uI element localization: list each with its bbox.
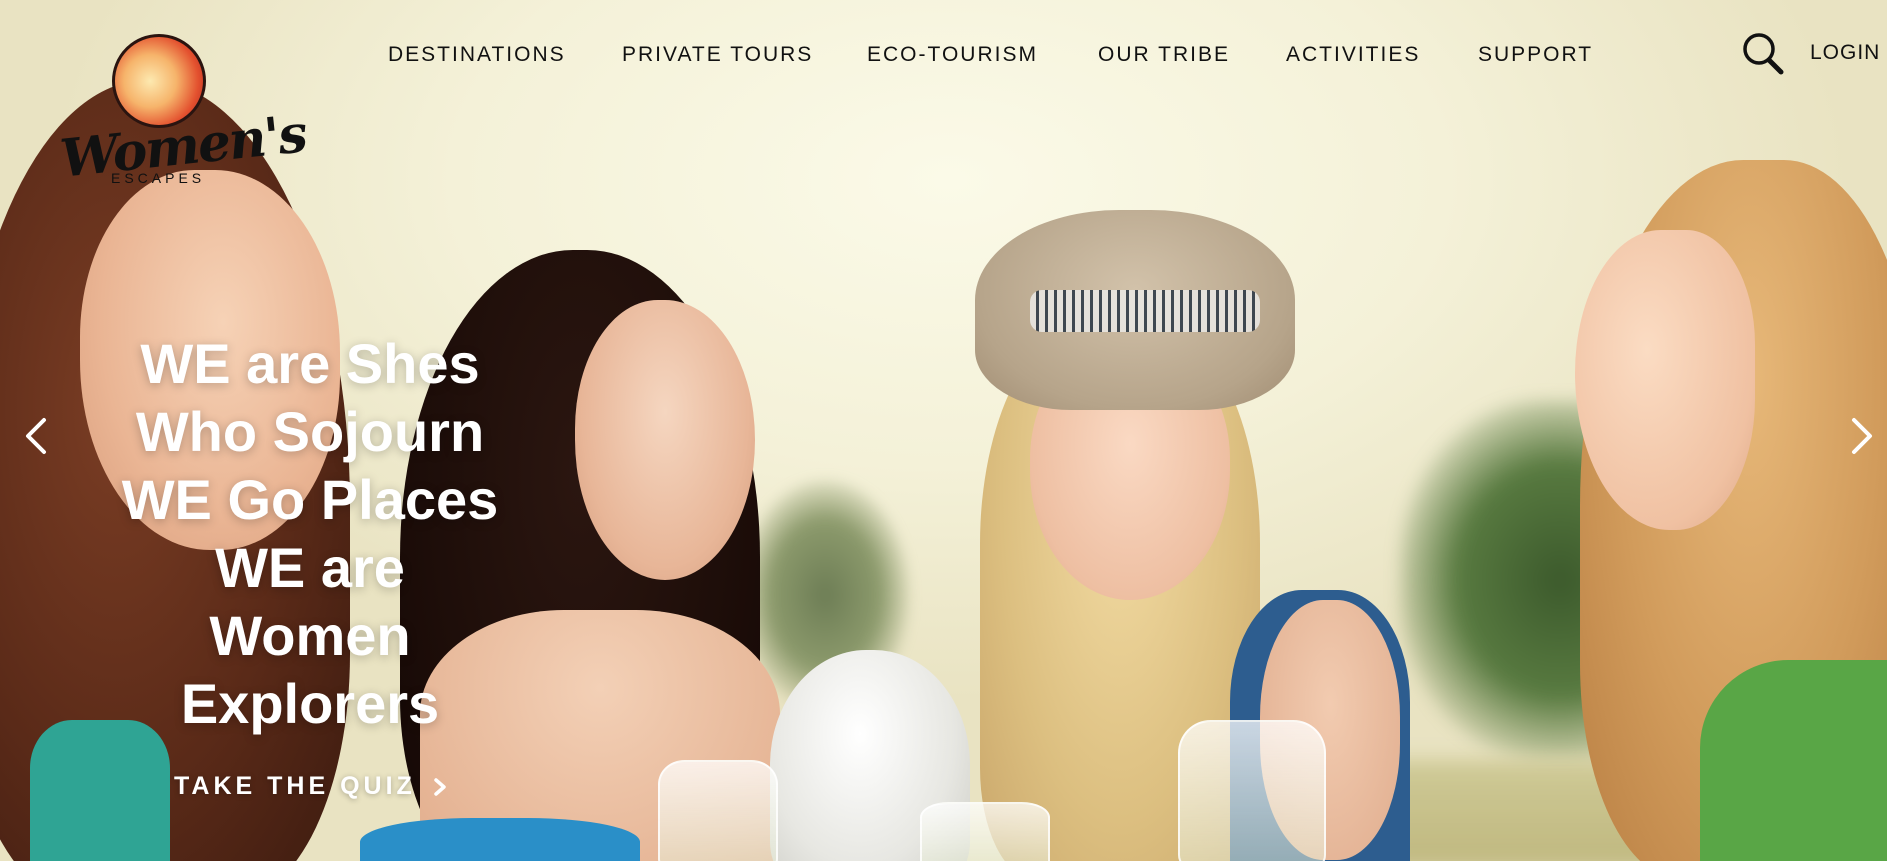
- hero-title-line: WE Go Places: [121, 468, 499, 531]
- nav-item-our-tribe[interactable]: OUR TRIBE: [1098, 40, 1230, 70]
- nav-item-support[interactable]: SUPPORT: [1478, 40, 1593, 70]
- hero-title-line: Women: [209, 604, 411, 667]
- chevron-left-icon: [26, 418, 46, 454]
- logo-subtitle: ESCAPES: [111, 170, 206, 186]
- slider-next-button[interactable]: [1842, 414, 1882, 458]
- slider-prev-button[interactable]: [16, 414, 56, 458]
- wine-glass: [920, 802, 1050, 861]
- wine-glass: [658, 760, 778, 861]
- hero-title-line: WE are: [215, 536, 405, 599]
- chevron-right-icon: [434, 777, 446, 796]
- nav-item-destinations[interactable]: DESTINATIONS: [388, 40, 566, 70]
- take-quiz-label: TAKE THE QUIZ: [174, 772, 416, 800]
- hero-title: WE are Shes Who Sojourn WE Go Places WE …: [100, 330, 520, 738]
- nav-item-private-tours[interactable]: PRIVATE TOURS: [622, 40, 813, 70]
- search-icon[interactable]: [1740, 30, 1786, 76]
- take-quiz-button[interactable]: TAKE THE QUIZ: [174, 772, 448, 801]
- nav-item-activities[interactable]: ACTIVITIES: [1286, 40, 1420, 70]
- hero-title-line: WE are Shes: [140, 332, 480, 395]
- logo[interactable]: Women's ESCAPES: [20, 28, 308, 190]
- chevron-right-icon: [1852, 418, 1872, 454]
- hero-title-line: Who Sojourn: [135, 400, 485, 463]
- hero-title-line: Explorers: [180, 672, 440, 735]
- wine-glass: [1178, 720, 1326, 861]
- nav-item-eco-tourism[interactable]: ECO-TOURISM: [867, 40, 1038, 70]
- login-link[interactable]: LOGIN: [1810, 38, 1880, 68]
